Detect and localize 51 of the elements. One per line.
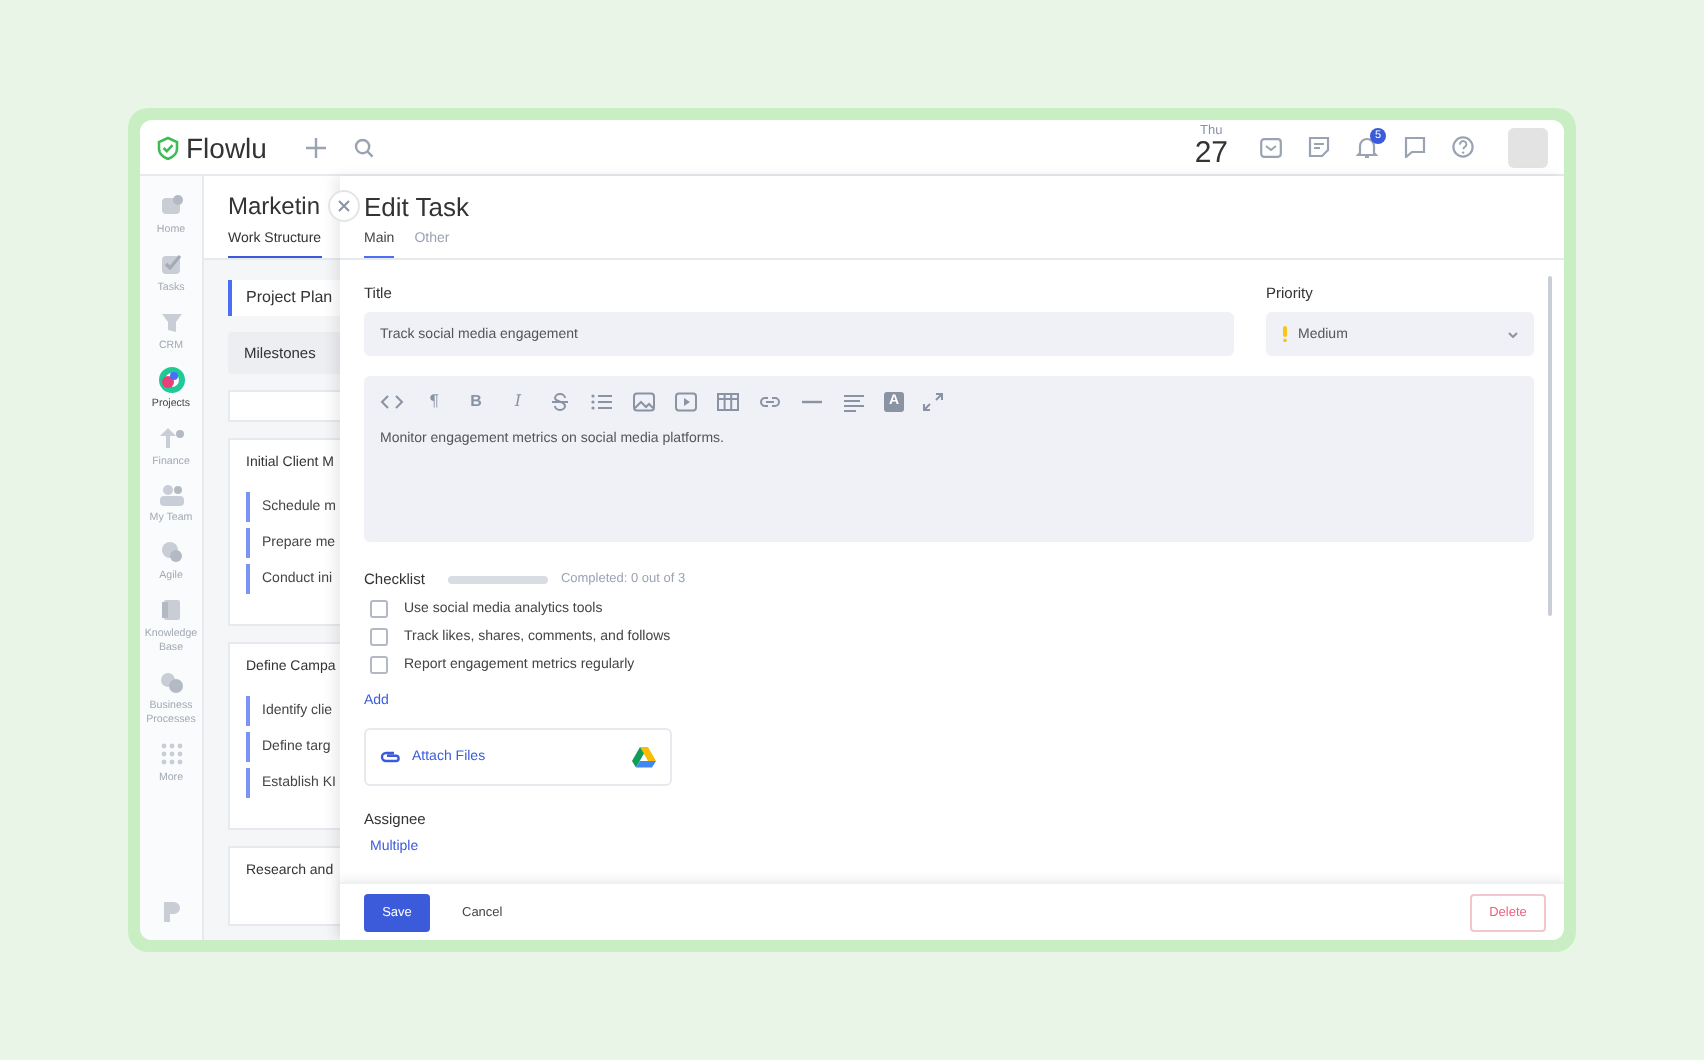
date-number[interactable]: 27 <box>1194 138 1228 169</box>
strikethrough-icon <box>548 392 572 412</box>
grid-icon <box>157 739 185 768</box>
panel-title: Edit Task <box>364 192 472 222</box>
app-logo[interactable]: Flowlu <box>186 131 267 163</box>
toolbar-button[interactable] <box>922 392 946 412</box>
toolbar-button[interactable] <box>758 392 782 412</box>
plus-icon <box>306 137 327 157</box>
search-icon <box>354 137 375 157</box>
toolbar-button[interactable] <box>716 392 740 412</box>
checkbox[interactable] <box>370 656 388 674</box>
close-icon <box>338 200 350 212</box>
house-icon <box>157 192 185 220</box>
book-icon <box>157 596 185 625</box>
project-plan-tab[interactable]: Project Plan <box>228 280 340 316</box>
project-title: Marketin <box>228 192 321 220</box>
toolbar-button[interactable] <box>380 392 404 412</box>
shield-check-icon <box>156 135 180 159</box>
toolbar-button[interactable] <box>842 392 866 412</box>
scrollbar[interactable] <box>1548 276 1552 616</box>
note-icon <box>1308 136 1330 158</box>
help-icon <box>1452 136 1474 158</box>
toolbar-button[interactable] <box>632 392 656 412</box>
link-icon <box>758 392 782 412</box>
expand-icon <box>922 392 946 412</box>
close-button[interactable] <box>328 190 360 222</box>
exclamation-icon <box>1282 326 1288 342</box>
circles-icon <box>157 538 185 567</box>
chevron-down-icon <box>1508 331 1518 337</box>
align-left-icon <box>842 392 866 412</box>
list-icon <box>590 392 614 412</box>
triangle-logo-icon <box>632 746 656 768</box>
bell-icon <box>1356 136 1378 158</box>
table-icon <box>716 392 740 412</box>
checkbox-icon <box>157 249 185 278</box>
people-icon <box>157 480 185 509</box>
toolbar-button[interactable] <box>548 392 572 412</box>
projects-logo-icon <box>157 365 185 394</box>
toolbar-button[interactable] <box>674 392 698 412</box>
toolbar-button[interactable] <box>590 392 614 412</box>
arrow-coin-icon <box>157 423 185 451</box>
image-icon <box>632 392 656 412</box>
paperclip-icon <box>380 750 402 764</box>
mail-icon <box>1260 137 1282 157</box>
play-icon <box>674 392 698 412</box>
checkbox[interactable] <box>370 600 388 618</box>
circles-icon <box>157 667 185 696</box>
code-icon <box>380 392 404 412</box>
checkbox[interactable] <box>370 628 388 646</box>
chat-icon <box>1404 136 1426 158</box>
logo-mark-icon <box>161 900 181 924</box>
